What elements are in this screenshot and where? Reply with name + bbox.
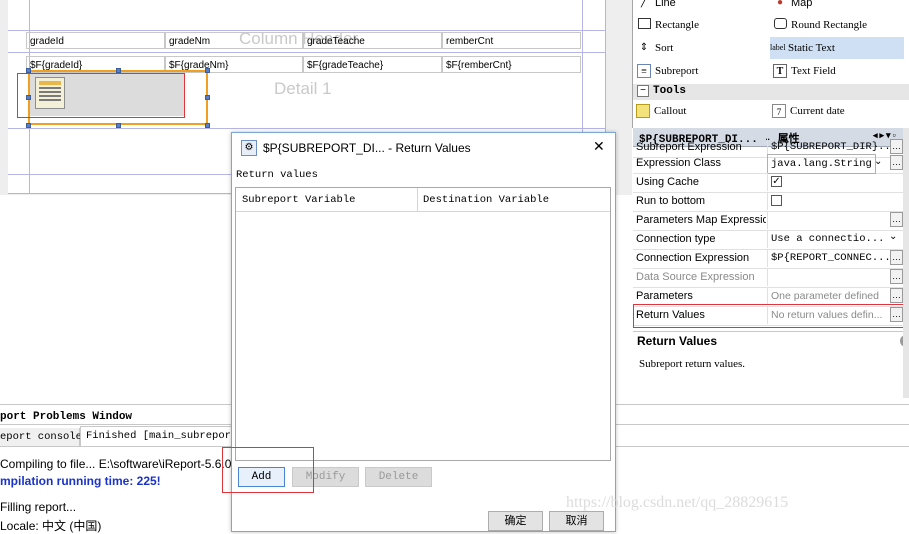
- console-line-compile-time: mpilation running time: 225!: [0, 474, 161, 488]
- tab-report-console[interactable]: eport console: [0, 428, 82, 446]
- band-separator: [8, 52, 605, 53]
- resize-handle[interactable]: [205, 68, 210, 73]
- resize-handle[interactable]: [116, 68, 121, 73]
- section-label: Return values: [236, 169, 318, 181]
- property-row[interactable]: Using Cache ✓: [633, 173, 903, 193]
- resize-handle[interactable]: [205, 95, 210, 100]
- palette-item-callout[interactable]: Callout: [636, 100, 686, 122]
- scrollbar[interactable]: [903, 128, 909, 398]
- dialog-title: $P{SUBREPORT_DI... - Return Values: [263, 141, 471, 155]
- subreport-icon: ≡: [637, 64, 651, 79]
- ellipsis-button[interactable]: …: [890, 155, 903, 170]
- static-text-icon: label: [770, 43, 786, 53]
- detail-band-label: Detail 1: [274, 79, 332, 98]
- chevron-down-icon[interactable]: ⌄: [874, 156, 882, 167]
- resize-handle[interactable]: [116, 123, 121, 128]
- help-title: Return Values: [637, 334, 718, 348]
- problems-window-title: port Problems Window: [0, 411, 133, 423]
- callout-icon: [636, 104, 650, 119]
- property-row[interactable]: Data Source Expression …: [633, 268, 903, 288]
- palette-item-current-date[interactable]: 7 Current date: [772, 100, 845, 122]
- header-static-text[interactable]: gradeTeache: [303, 32, 442, 49]
- detail-text-field[interactable]: $F{gradeTeache}: [303, 56, 442, 73]
- ellipsis-button[interactable]: …: [890, 212, 903, 227]
- band-separator: [8, 128, 605, 129]
- app-icon: ⚙: [241, 140, 257, 156]
- highlight-box: [633, 304, 905, 328]
- console-line: Locale: 中文 (中国): [0, 519, 102, 533]
- header-static-text[interactable]: remberCnt: [442, 32, 581, 49]
- ellipsis-button[interactable]: …: [890, 250, 903, 265]
- column-header[interactable]: Destination Variable: [423, 194, 549, 206]
- palette-item-map[interactable]: ● Map: [773, 0, 812, 14]
- text-field-icon: T: [773, 64, 787, 79]
- ellipsis-button[interactable]: …: [890, 139, 903, 154]
- detail-text-field[interactable]: $F{remberCnt}: [442, 56, 581, 73]
- column-header[interactable]: Subreport Variable: [242, 194, 355, 206]
- sort-icon: ⇕: [639, 42, 649, 54]
- console-line: Filling report...: [0, 500, 77, 514]
- watermark-text: https://blog.csdn.net/qq_28829615: [566, 494, 789, 511]
- round-rectangle-icon: [773, 18, 787, 32]
- chevron-down-icon[interactable]: ⌄: [889, 231, 897, 242]
- line-icon: ╱: [640, 0, 648, 9]
- table-header: Subreport Variable Destination Variable: [236, 188, 610, 212]
- property-row[interactable]: Connection type Use a connectio... ⌄: [633, 230, 903, 250]
- delete-button[interactable]: Delete: [365, 467, 432, 487]
- palette-item-rectangle[interactable]: Rectangle: [637, 14, 699, 36]
- map-icon: ●: [776, 0, 784, 9]
- divider: [633, 331, 909, 332]
- palette-item-subreport[interactable]: ≡ Subreport: [637, 60, 698, 82]
- ok-button[interactable]: 确定: [488, 511, 543, 531]
- console-line: Compiling to file... E:\software\iReport…: [0, 457, 232, 471]
- close-icon[interactable]: ✕: [593, 138, 605, 155]
- rectangle-icon: [637, 18, 651, 32]
- header-static-text[interactable]: gradeId: [26, 32, 165, 49]
- property-row[interactable]: Expression Class java.lang.String ⌄ …: [633, 154, 903, 174]
- palette-item-round-rectangle[interactable]: Round Rectangle: [773, 14, 867, 36]
- palette-item-text-field[interactable]: T Text Field: [773, 60, 836, 82]
- ellipsis-button[interactable]: …: [890, 269, 903, 284]
- column-divider: [417, 188, 418, 211]
- tools-section-header[interactable]: − Tools: [633, 84, 909, 100]
- header-static-text[interactable]: gradeNm: [165, 32, 303, 49]
- highlight-box: [222, 447, 314, 493]
- return-values-table[interactable]: Subreport Variable Destination Variable: [235, 187, 611, 461]
- dialog-titlebar[interactable]: ⚙ $P{SUBREPORT_DI... - Return Values ✕: [232, 133, 615, 163]
- using-cache-checkbox[interactable]: ✓: [771, 175, 782, 187]
- ellipsis-button[interactable]: …: [890, 288, 903, 303]
- property-row[interactable]: Run to bottom: [633, 192, 903, 212]
- palette-item-sort[interactable]: ⇕ Sort: [637, 37, 674, 59]
- palette-item-line[interactable]: ╱ Line: [637, 0, 676, 14]
- collapse-icon[interactable]: −: [637, 85, 649, 97]
- help-text: Subreport return values.: [639, 358, 745, 370]
- resize-handle[interactable]: [26, 95, 31, 100]
- cancel-button[interactable]: 取消: [549, 511, 604, 531]
- subreport-icon: [35, 77, 65, 109]
- resize-handle[interactable]: [26, 68, 31, 73]
- run-to-bottom-checkbox[interactable]: [771, 194, 782, 206]
- resize-handle[interactable]: [205, 123, 210, 128]
- property-row[interactable]: Connection Expression $P{REPORT_CONNEC..…: [633, 249, 903, 269]
- property-row[interactable]: Parameters Map Expression …: [633, 211, 903, 231]
- resize-handle[interactable]: [26, 123, 31, 128]
- calendar-icon: 7: [772, 104, 786, 119]
- tab-finished[interactable]: Finished [main_subreport: [80, 426, 232, 446]
- palette-item-static-text[interactable]: label Static Text: [770, 37, 904, 59]
